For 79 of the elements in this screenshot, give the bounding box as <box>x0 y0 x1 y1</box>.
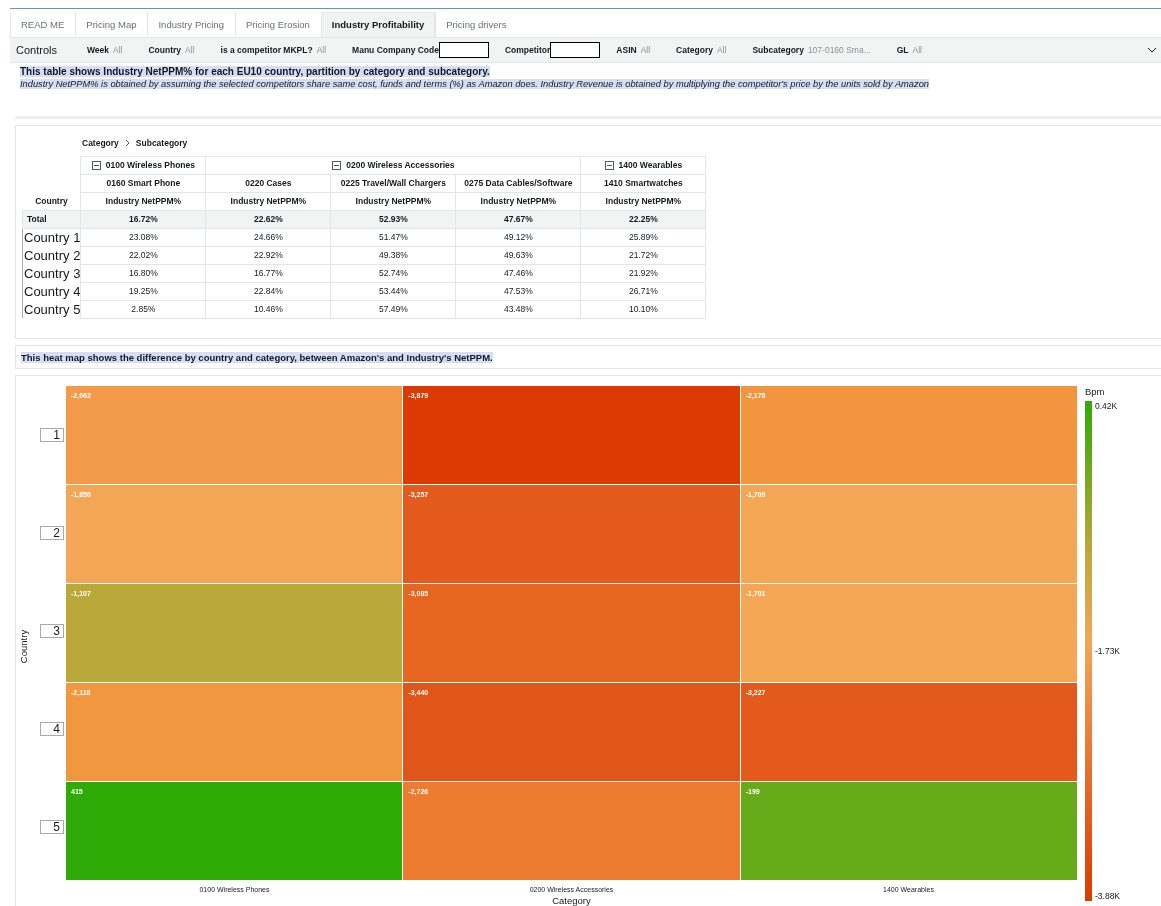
table-cell: 21.72% <box>580 246 706 265</box>
legend-tick: -3.88K <box>1095 891 1121 901</box>
country-label: Country 5 <box>22 300 81 319</box>
axis-label: 4 <box>40 722 64 736</box>
controls-title: Controls <box>16 43 57 56</box>
subcategory-header: 1410 Smartwatches <box>580 174 706 193</box>
total-label: Total <box>22 210 81 229</box>
minus-square-icon[interactable] <box>91 161 101 171</box>
category-header[interactable]: 0100 Wireless Phones <box>80 156 206 175</box>
description-heading: This table shows Industry NetPPM% for each EU10 country, partition by category and subcategory. <box>20 65 490 77</box>
axis-label: 3 <box>40 624 64 638</box>
filter-control[interactable]: Country All <box>148 44 195 55</box>
table-cell: 22.84% <box>205 282 331 301</box>
measure-header: Industry NetPPM% <box>455 192 581 211</box>
legend-tick: -1.73K <box>1095 646 1121 656</box>
table-cell: 16.80% <box>80 264 206 283</box>
table-cell: 53.44% <box>330 282 456 301</box>
table-cell: 47.53% <box>455 282 581 301</box>
table-cell: 19.25% <box>80 282 206 301</box>
table-cell: 47.46% <box>455 264 581 283</box>
breadcrumb-item[interactable]: Category <box>82 137 119 148</box>
table-cell: 10.10% <box>580 300 706 319</box>
table-cell: 24.66% <box>205 228 331 247</box>
axis-label: 1 <box>40 428 64 442</box>
table-cell: 52.74% <box>330 264 456 283</box>
measure-header: Industry NetPPM% <box>80 192 206 211</box>
axis-title: Country <box>18 629 30 663</box>
filter-control[interactable]: GL All <box>896 44 922 55</box>
category-header[interactable]: 0200 Wireless Accessories <box>205 156 581 175</box>
filter-label: Manu Company Code <box>352 44 439 55</box>
country-label: Country 3 <box>22 264 81 283</box>
legend-tick: 0.42K <box>1095 401 1119 411</box>
subcategory-header: 0225 Travel/Wall Chargers <box>330 174 456 193</box>
category-header[interactable]: 1400 Wearables <box>580 156 706 175</box>
table-cell: 57.49% <box>330 300 456 319</box>
country-label: Country 2 <box>22 246 81 265</box>
table-cell: 43.48% <box>455 300 581 319</box>
table-cell: 49.12% <box>455 228 581 247</box>
description-note: Industry NetPPM% is obtained by assuming the selected competitors share same cost, funds and terms (%) as Amazon does. Industry Revenue is obtained by multiplying the competitor's price by the units sold by Amazon <box>20 78 929 89</box>
axis-label: 5 <box>40 820 64 834</box>
country-label: Country 1 <box>22 228 81 247</box>
subcategory-header: 0160 Smart Phone <box>80 174 206 193</box>
table-cell: 26.71% <box>580 282 706 301</box>
input-field[interactable] <box>439 41 489 58</box>
table-cell: 51.47% <box>330 228 456 247</box>
measure-header: Industry NetPPM% <box>580 192 706 211</box>
table-cell: 49.38% <box>330 246 456 265</box>
filter-control[interactable]: is a competitor MKPL? All <box>220 44 327 55</box>
axis-title: Category <box>552 895 591 906</box>
minus-square-icon[interactable] <box>332 161 342 171</box>
table-cell: 10.46% <box>205 300 331 319</box>
table-cell: 49.63% <box>455 246 581 265</box>
table-cell: 23.08% <box>80 228 206 247</box>
filter-control[interactable]: Week All <box>86 44 123 55</box>
heatmap-caption: This heat map shows the difference by country and category, between Amazon's and Industry's NetPPM. <box>21 351 493 363</box>
table-cell: 2.85% <box>80 300 206 319</box>
subcategory-header: 0275 Data Cables/Software <box>455 174 581 193</box>
row-header: Country <box>22 192 81 211</box>
country-label: Country 4 <box>22 282 81 301</box>
filter-control[interactable]: Subcategory 107-0160 Sma... <box>752 44 871 55</box>
filter-control[interactable]: ASIN All <box>616 44 651 55</box>
chevron-right-icon <box>124 138 130 147</box>
table-cell: 16.77% <box>205 264 331 283</box>
table-cell: 21.92% <box>580 264 706 283</box>
chevron-icon[interactable] <box>1147 46 1157 53</box>
subcategory-header: 0220 Cases <box>205 174 331 193</box>
table-cell: 22.02% <box>80 246 206 265</box>
filter-label: Competitor <box>505 44 551 55</box>
table-cell: 25.89% <box>580 228 706 247</box>
tab[interactable]: Industry Profitability <box>320 11 436 37</box>
filter-control[interactable]: Category All <box>676 44 727 55</box>
axis-label: 2 <box>40 526 64 540</box>
measure-header: Industry NetPPM% <box>205 192 331 211</box>
legend-title: Bpm <box>1085 386 1106 397</box>
table-cell: 22.92% <box>205 246 331 265</box>
measure-header: Industry NetPPM% <box>330 192 456 211</box>
breadcrumb-item[interactable]: Subcategory <box>135 137 188 148</box>
minus-square-icon[interactable] <box>604 161 614 171</box>
input-field[interactable] <box>550 41 601 58</box>
